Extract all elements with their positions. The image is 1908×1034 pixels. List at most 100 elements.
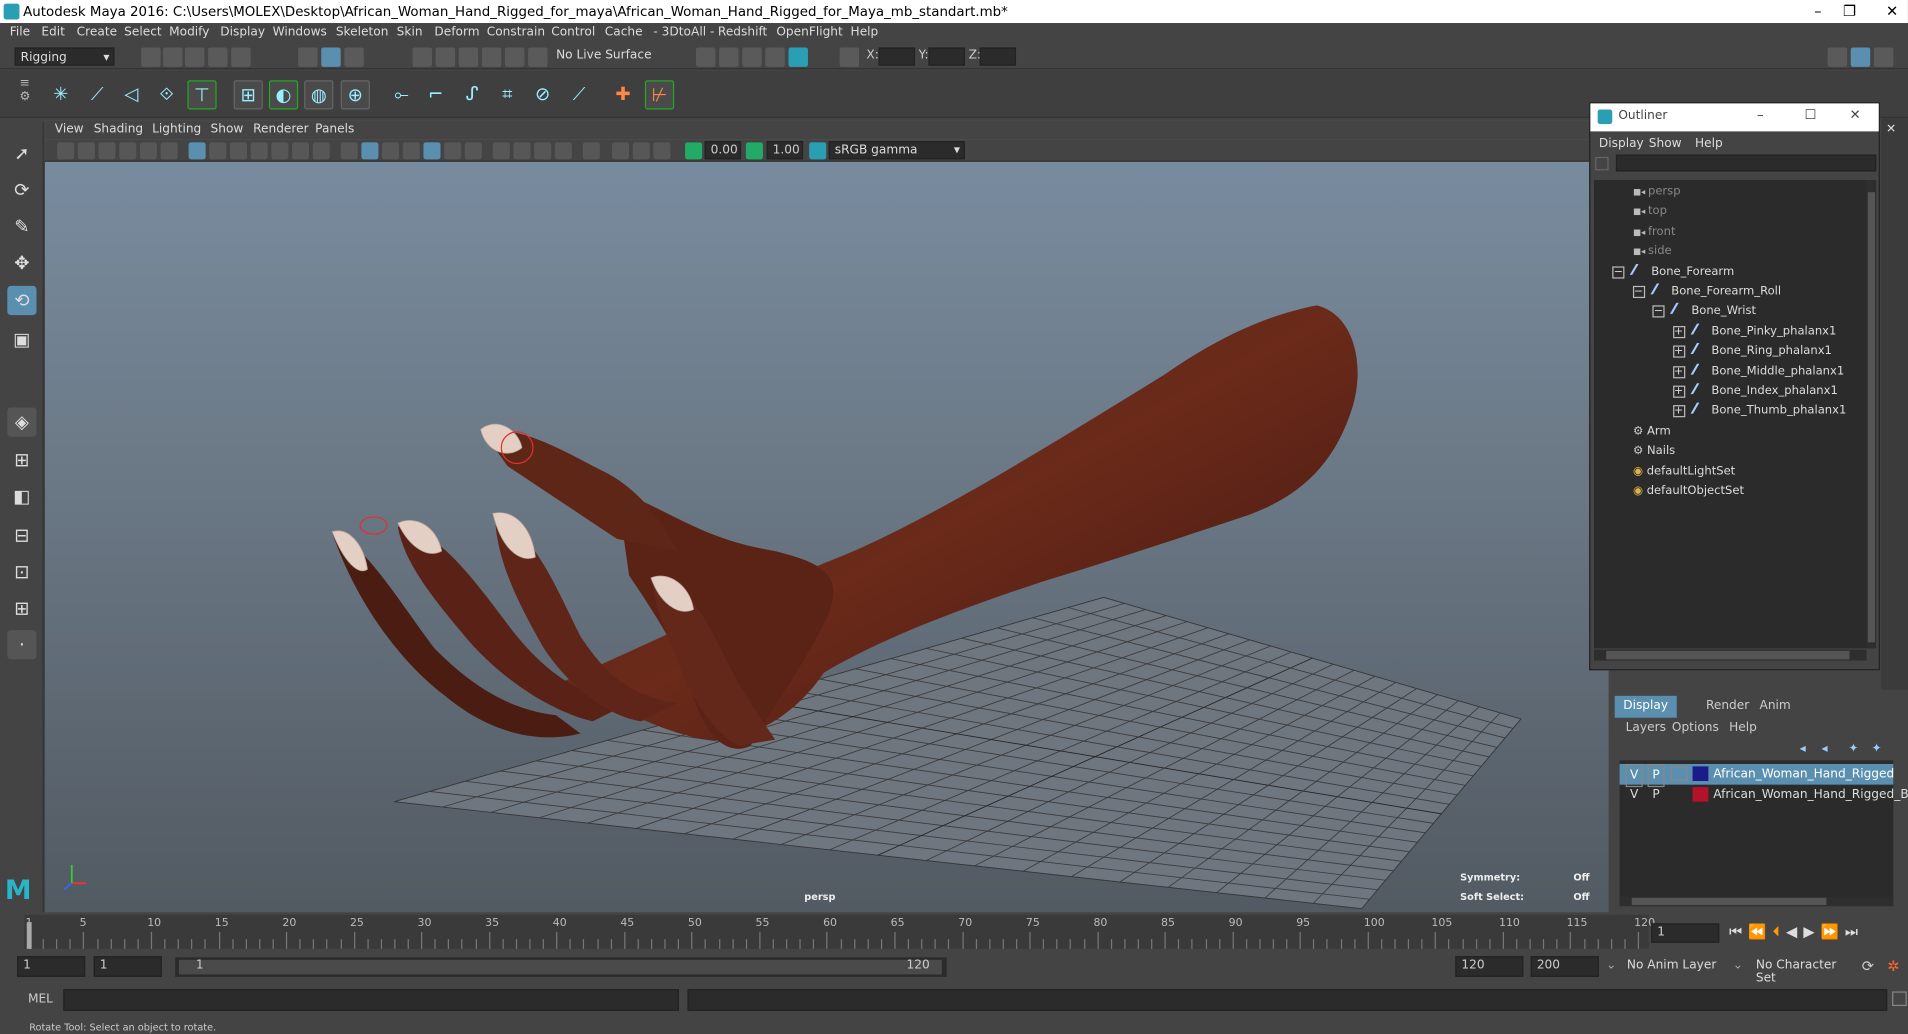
menu-file[interactable]: File (10, 26, 30, 39)
move-layer-down-icon[interactable]: ◂ (1822, 742, 1828, 755)
exposure-field[interactable]: 0.00 (704, 141, 742, 160)
close-button[interactable]: ✕ (1870, 0, 1908, 23)
layer-visibility-toggle[interactable]: V (1625, 763, 1643, 788)
safe-action-icon[interactable] (292, 142, 310, 160)
insert-joint-icon[interactable]: ⟐ (152, 80, 181, 109)
animation-start-field[interactable]: 1 (17, 956, 86, 977)
expand-toggle-icon[interactable]: + (1672, 325, 1685, 338)
new-layer-selected-icon[interactable]: ✦ (1871, 742, 1881, 755)
paint-select-icon[interactable]: ✎ (7, 212, 36, 241)
bind-skin-icon[interactable]: ⟜ (387, 80, 416, 109)
outliner-item[interactable]: Bone_Wrist (1669, 302, 1756, 321)
step-back-key-icon[interactable]: ⏪ (1748, 923, 1772, 940)
parent-constraint-icon[interactable]: ⌐ (421, 80, 450, 109)
character-set-dropdown[interactable]: No Character Set (1750, 956, 1861, 985)
undo-icon[interactable] (208, 47, 228, 67)
wrap-deformer-icon[interactable]: ⊕ (340, 80, 370, 110)
panel-menu-show[interactable]: Show (211, 123, 244, 136)
tab-display[interactable]: Display (1614, 695, 1677, 718)
menu-display[interactable]: Display (220, 26, 265, 39)
select-hierarchy-icon[interactable] (298, 47, 318, 67)
use-default-material-icon[interactable] (382, 142, 400, 160)
outliner-item[interactable]: ■◂ top (1633, 202, 1667, 221)
viewport-persp[interactable]: View Shading Lighting Show Renderer Pane… (45, 120, 1609, 913)
menu-edit[interactable]: Edit (41, 26, 65, 39)
animation-end-field[interactable]: 200 (1530, 956, 1599, 977)
outliner-item[interactable]: Bone_Forearm (1629, 262, 1734, 281)
outliner-item[interactable]: ⚙ Arm (1633, 422, 1671, 441)
layouts-menu-icon[interactable]: · (7, 630, 37, 660)
layer-name[interactable]: African_Woman_Hand_Rigged_Bon (1713, 785, 1908, 806)
hypershade-icon[interactable] (788, 47, 808, 67)
snap-surface-icon[interactable] (504, 47, 525, 67)
isolate-select-icon[interactable] (582, 142, 600, 160)
side-by-side-icon[interactable]: ◧ (7, 482, 36, 511)
render-view-icon[interactable] (765, 47, 785, 67)
maximize-icon[interactable]: ☐ (1805, 107, 1817, 123)
gamma-icon[interactable] (745, 142, 763, 160)
playback-end-field[interactable]: 120 (1455, 956, 1524, 977)
chevron-down-icon[interactable]: ⌄ (1733, 959, 1743, 972)
step-forward-key-icon[interactable]: ⏩ (1821, 923, 1845, 940)
select-camera-icon[interactable] (57, 142, 75, 160)
layer-row[interactable]: V P African_Woman_Hand_Rigged_Bon (1620, 785, 1908, 806)
expand-toggle-icon[interactable]: − (1612, 265, 1625, 279)
menuset-dropdown[interactable]: Rigging ▾ (14, 47, 115, 66)
expand-toggle-icon[interactable]: + (1672, 385, 1685, 398)
help-menu[interactable]: Help (1729, 721, 1757, 734)
grease-pencil-icon[interactable] (160, 142, 178, 160)
snap-view-icon[interactable] (481, 47, 502, 67)
persp-graph-icon[interactable]: ⊡ (7, 557, 36, 586)
step-back-frame-icon[interactable]: ⏴ (1773, 923, 1786, 940)
outliner-menu-display[interactable]: Display (1599, 137, 1644, 150)
safe-title-icon[interactable] (312, 142, 330, 160)
panel-menu-panels[interactable]: Panels (315, 123, 354, 136)
ipr-render-icon[interactable] (742, 47, 762, 67)
pinky-control-circle[interactable] (359, 516, 388, 535)
options-menu[interactable]: Options (1672, 721, 1719, 734)
layer-visibility-toggle[interactable]: V (1626, 785, 1643, 806)
x-field[interactable] (878, 47, 916, 66)
expand-toggle-icon[interactable]: + (1672, 405, 1685, 418)
render-frame-icon[interactable] (719, 47, 739, 67)
screen-space-ao-icon[interactable] (492, 142, 510, 160)
menu-cache[interactable]: Cache (605, 26, 643, 39)
pole-vector-icon[interactable]: ⟋ (565, 80, 594, 109)
two-d-pan-icon[interactable] (139, 142, 157, 160)
gamma-field[interactable]: 1.00 (766, 141, 804, 160)
layer-playback-toggle[interactable]: P (1648, 785, 1665, 806)
animation-prefs-icon[interactable]: ✲ (1887, 957, 1899, 974)
restore-button[interactable]: ❐ (1828, 0, 1872, 23)
menu-modify[interactable]: Modify (169, 26, 209, 39)
resolution-gate-icon[interactable] (229, 142, 248, 160)
ik-handle-icon[interactable]: ⟋ (83, 80, 112, 109)
ik-spline-icon[interactable]: ◁ (117, 80, 146, 109)
layer-name[interactable]: African_Woman_Hand_Rigged (1713, 764, 1894, 785)
orient-constraint-icon[interactable]: ⌗ (493, 80, 522, 109)
attribute-editor-side-tab[interactable]: ✕ (1881, 118, 1908, 690)
current-frame-field[interactable]: 1 (1651, 923, 1720, 943)
smooth-shade-icon[interactable] (361, 142, 379, 160)
outliner-item[interactable]: Bone_Forearm_Roll (1649, 282, 1781, 301)
shelf-menu-gear-icon[interactable]: ≡ ⚙ (19, 77, 36, 111)
panel-menu-renderer[interactable]: Renderer (253, 123, 309, 136)
transform-mode-icon[interactable] (839, 47, 860, 67)
menu-create[interactable]: Create (77, 26, 117, 39)
panel-menu-lighting[interactable]: Lighting (152, 123, 201, 136)
go-to-start-icon[interactable]: ⏮ (1729, 923, 1748, 940)
xray-icon[interactable] (612, 142, 630, 160)
rotate-tool-icon[interactable]: ⟲ (7, 285, 37, 316)
color-management-icon[interactable] (809, 142, 827, 160)
panel-menu-view[interactable]: View (55, 123, 84, 136)
scale-tool-icon[interactable]: ▣ (7, 325, 36, 354)
layer-type-toggle[interactable] (1671, 787, 1688, 802)
outliner-item[interactable]: ◉ defaultLightSet (1633, 462, 1735, 481)
menu-select[interactable]: Select (124, 26, 162, 39)
lasso-tool-icon[interactable]: ⟳ (7, 175, 36, 204)
make-live-icon[interactable] (528, 47, 548, 67)
film-gate-icon[interactable] (209, 142, 227, 160)
outliner-item[interactable]: Bone_Middle_phalanx1 (1690, 362, 1844, 381)
expand-toggle-icon[interactable]: − (1652, 305, 1665, 318)
render-settings-icon[interactable] (696, 47, 716, 67)
new-layer-icon[interactable]: ✦ (1848, 742, 1858, 755)
